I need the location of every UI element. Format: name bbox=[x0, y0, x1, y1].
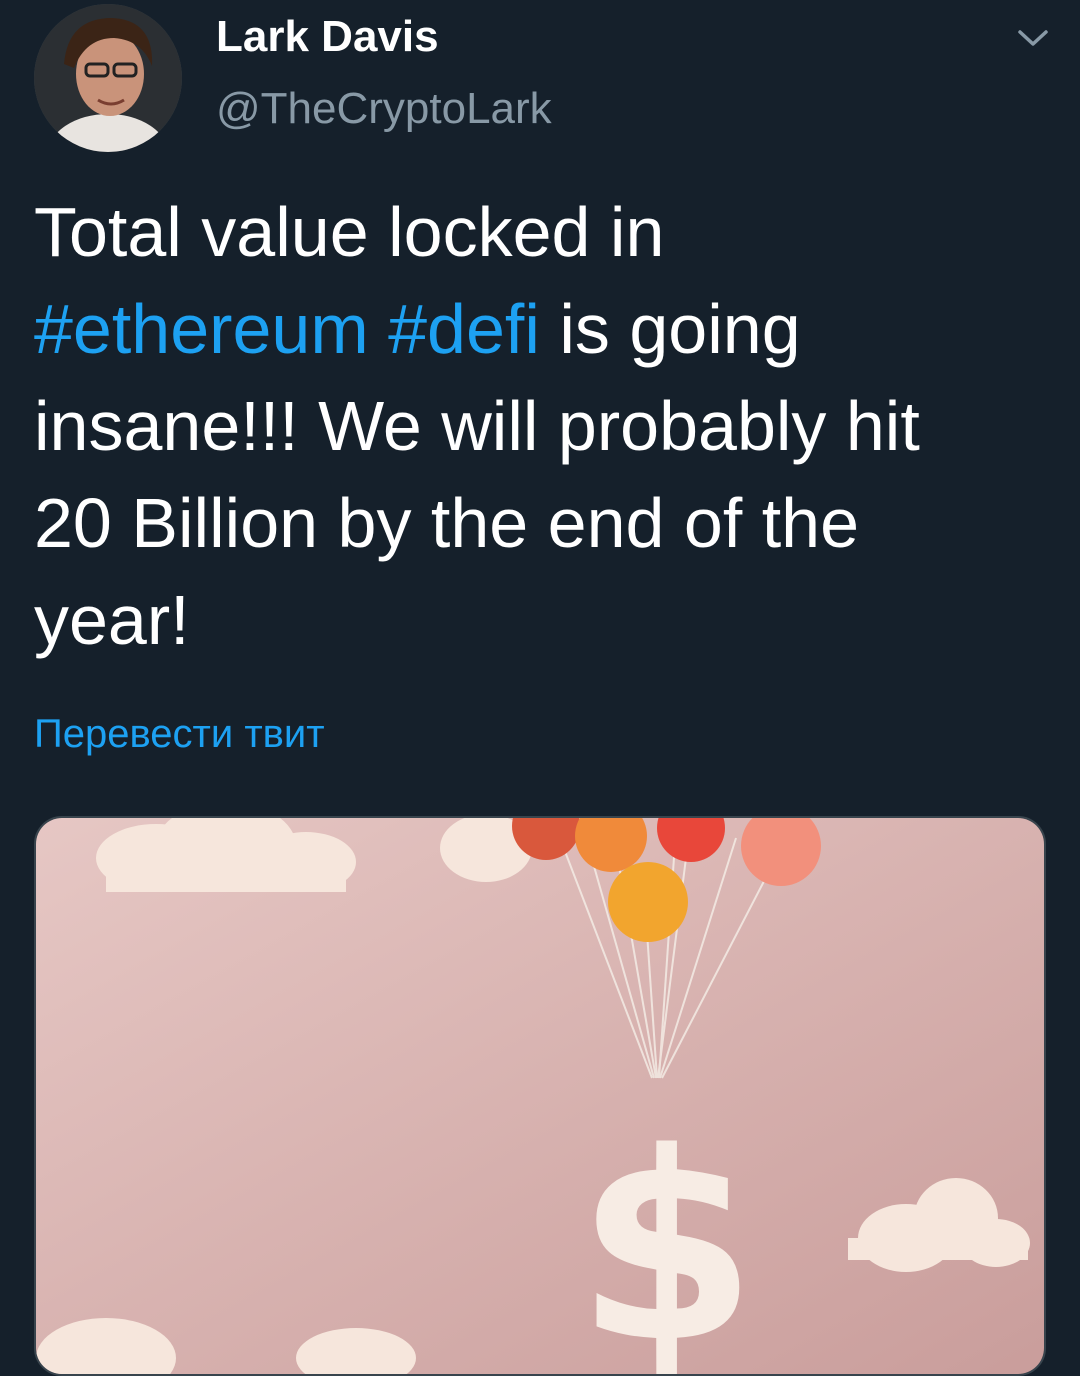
tweet-text-line: insane!!! We will probably hit bbox=[34, 378, 1044, 475]
tweet-text-line: Total value locked in bbox=[34, 184, 1044, 281]
tweet-text-segment: is going bbox=[539, 290, 801, 368]
tweet-text-line: #ethereum #defi is going bbox=[34, 281, 1044, 378]
tweet-text-segment: Total value locked in bbox=[34, 193, 665, 271]
avatar[interactable] bbox=[34, 4, 182, 152]
author-handle[interactable]: @TheCryptoLark bbox=[216, 80, 552, 138]
chevron-down-icon[interactable] bbox=[1010, 18, 1056, 58]
tweet-text-line: year! bbox=[34, 572, 1044, 669]
tweet-text-segment: insane!!! We will probably hit bbox=[34, 387, 920, 465]
tweet-text-segment bbox=[369, 290, 388, 368]
tweet-text-segment: 20 Billion by the end of the bbox=[34, 484, 860, 562]
hashtag-link[interactable]: #defi bbox=[388, 290, 540, 368]
hashtag-link[interactable]: #ethereum bbox=[34, 290, 369, 368]
tweet-text-segment: year! bbox=[34, 581, 190, 659]
tweet-text-line: 20 Billion by the end of the bbox=[34, 475, 1044, 572]
svg-text:$: $ bbox=[576, 1098, 757, 1376]
avatar-photo bbox=[34, 4, 182, 152]
tweet-media-image[interactable]: $ bbox=[34, 816, 1046, 1376]
author-name[interactable]: Lark Davis bbox=[216, 10, 439, 64]
balloons-dollar-illustration: $ bbox=[36, 818, 1044, 1376]
translate-tweet-link[interactable]: Перевести твит bbox=[34, 706, 325, 762]
tweet-text: Total value locked in #ethereum #defi is … bbox=[34, 184, 1044, 669]
